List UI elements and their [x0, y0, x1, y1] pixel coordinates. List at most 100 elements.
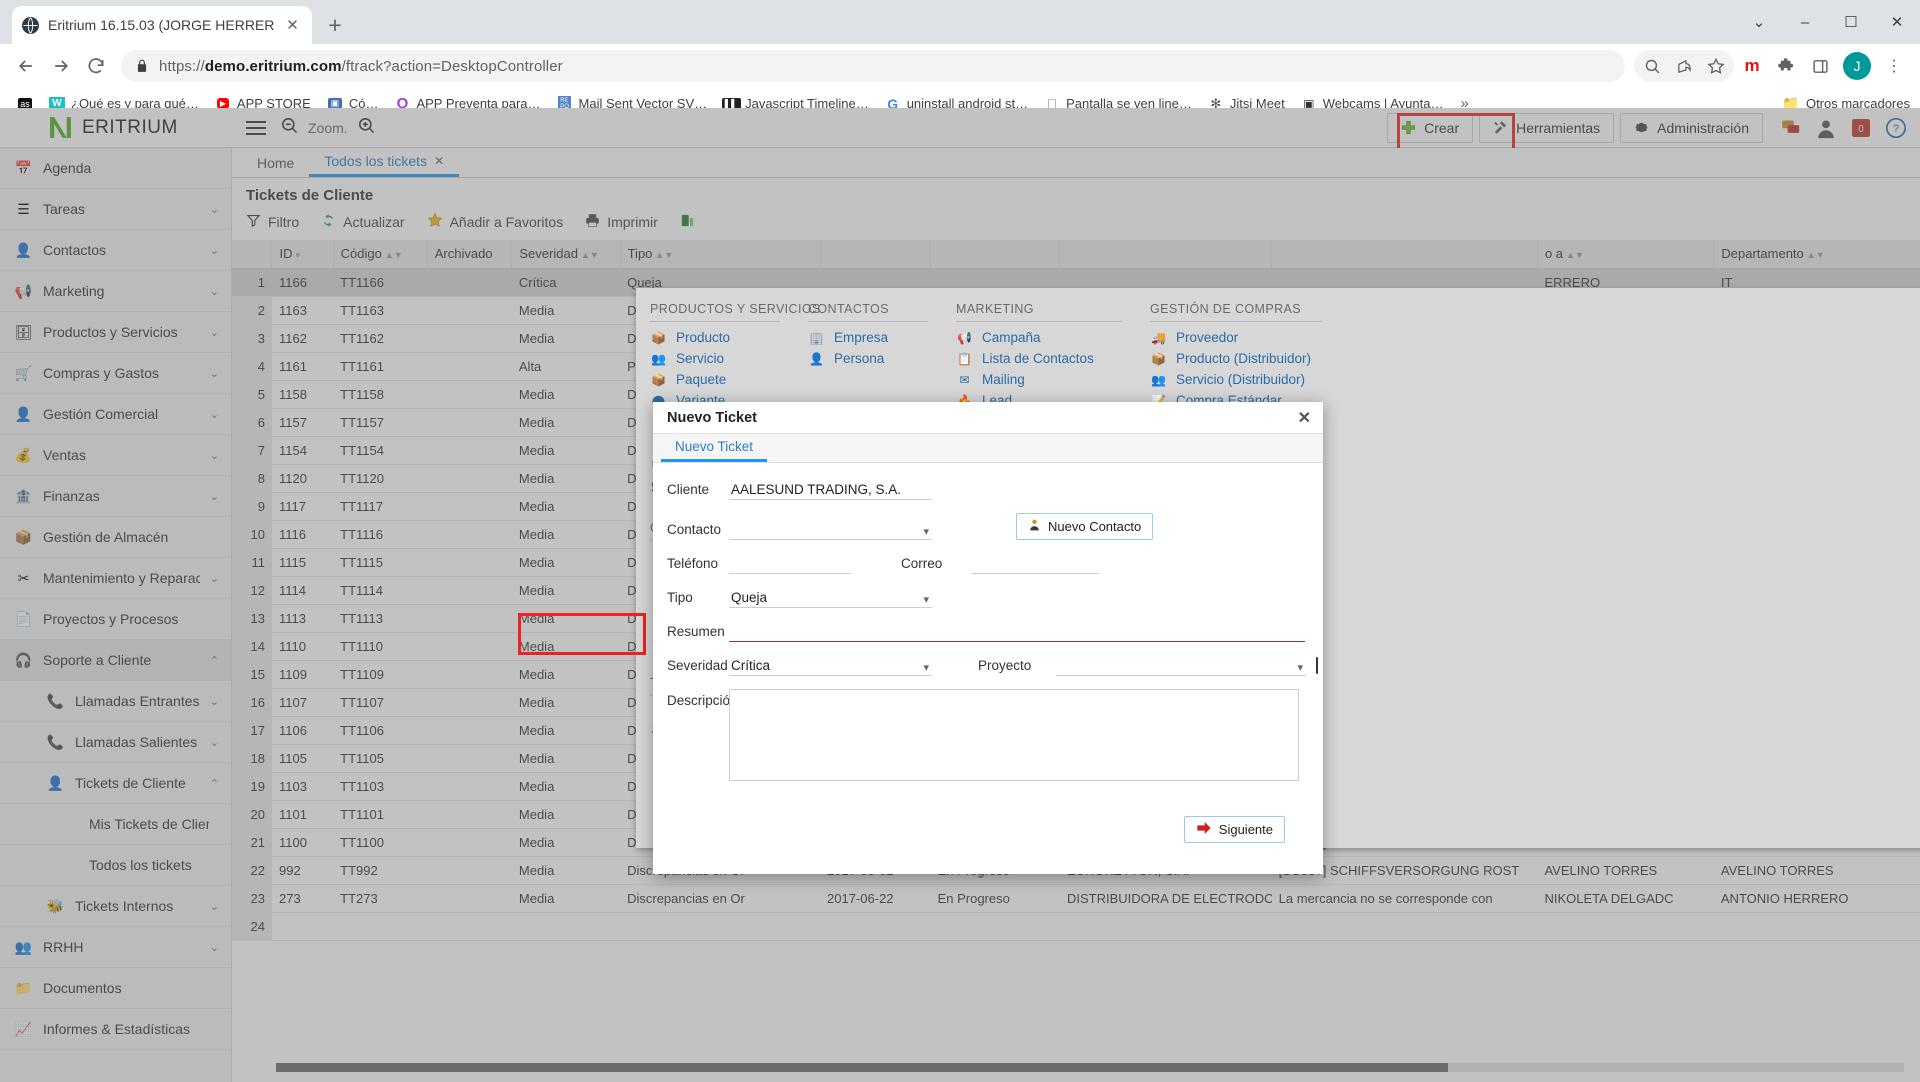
person-add-icon — [1028, 518, 1041, 535]
field-row-tipo: Tipo ▾ — [667, 587, 1305, 608]
supplier-icon: 🚚 — [1151, 330, 1166, 345]
cliente-input[interactable] — [729, 479, 932, 500]
menu-item-producto-distribuidor[interactable]: 📦 Producto (Distribuidor) — [1150, 348, 1322, 369]
menu-item-campa-a[interactable]: 📢 Campaña — [956, 327, 1122, 348]
browser-tabstrip: Eritrium 16.15.03 (JORGE HERRER ✕ + ⌄ – … — [0, 0, 1920, 44]
modal-title: Nuevo Ticket — [667, 409, 757, 426]
arrow-right-icon — [1196, 821, 1212, 838]
field-row-contacto: Contacto ▾ Nuevo Contacto — [667, 513, 1305, 540]
product-dist-icon: 📦 — [1151, 351, 1166, 366]
field-row-resumen: Resumen — [667, 621, 1305, 642]
cliente-label: Cliente — [667, 482, 710, 497]
url-text: https://demo.eritrium.com/ftrack?action=… — [159, 57, 563, 75]
correo-input[interactable] — [971, 553, 1099, 574]
mega-items-contactos: 🏢 Empresa 👤 Persona — [808, 327, 928, 369]
document-picker-icon[interactable] — [1316, 657, 1318, 674]
contacto-label: Contacto — [667, 522, 722, 537]
modal-tabs: Nuevo Ticket — [653, 434, 1323, 463]
forward-icon[interactable] — [45, 50, 77, 82]
menu-item-mailing[interactable]: ✉ Mailing — [956, 369, 1122, 390]
menu-item-proveedor[interactable]: 🚚 Proveedor — [1150, 327, 1322, 348]
proyecto-select[interactable] — [1056, 655, 1306, 676]
mail-icon: ✉ — [959, 372, 970, 387]
menu-item-label: Producto (Distribuidor) — [1176, 351, 1312, 366]
nuevo-contacto-label: Nuevo Contacto — [1048, 519, 1142, 534]
browser-toolbar: https://demo.eritrium.com/ftrack?action=… — [0, 44, 1920, 88]
tipo-label: Tipo — [667, 590, 693, 605]
toolbar-right-actions: m J ⋮ — [1634, 50, 1910, 82]
telefono-label: Teléfono — [667, 556, 719, 571]
severidad-select-wrap: ▾ — [729, 655, 932, 676]
application-viewport: ERITRIUM Zoom. Crear Herramientas Admini… — [0, 108, 1920, 1082]
lock-icon — [135, 59, 149, 73]
reload-icon[interactable] — [80, 50, 112, 82]
siguiente-button[interactable]: Siguiente — [1183, 816, 1285, 843]
tab-nuevo-ticket[interactable]: Nuevo Ticket — [661, 434, 768, 462]
modal-body: Cliente Contacto ▾ Nuevo Contacto — [653, 463, 1323, 843]
person-icon: 👤 — [809, 351, 824, 366]
menu-item-servicio[interactable]: 👥 Servicio — [650, 348, 780, 369]
globe-icon — [22, 16, 39, 34]
field-row-cliente: Cliente — [667, 479, 1305, 500]
extensions-icon[interactable] — [1770, 50, 1802, 82]
close-icon[interactable]: ✕ — [283, 16, 302, 35]
product-icon: 📦 — [651, 330, 666, 345]
maximize-button[interactable]: ☐ — [1828, 0, 1874, 44]
browser-tab[interactable]: Eritrium 16.15.03 (JORGE HERRER ✕ — [12, 6, 312, 44]
new-tab-button[interactable]: + — [318, 8, 352, 42]
severidad-label: Severidad — [667, 658, 728, 673]
package-icon: 📦 — [651, 372, 666, 387]
menu-item-servicio-distribuidor[interactable]: 👥 Servicio (Distribuidor) — [1150, 369, 1322, 390]
star-icon[interactable] — [1700, 50, 1732, 82]
address-bar[interactable]: https://demo.eritrium.com/ftrack?action=… — [121, 50, 1625, 82]
tipo-select-wrap: ▾ — [729, 587, 932, 608]
mega-title-marketing: MARKETING — [956, 302, 1122, 322]
menu-item-paquete[interactable]: 📦 Paquete — [650, 369, 780, 390]
contacto-select[interactable] — [729, 519, 932, 540]
menu-item-label: Empresa — [834, 330, 889, 345]
search-icon[interactable] — [1636, 50, 1668, 82]
profile-avatar[interactable]: J — [1843, 52, 1871, 80]
window-controls: ⌄ – ☐ ✕ — [1736, 0, 1920, 44]
company-icon: 🏢 — [809, 330, 824, 345]
side-panel-icon[interactable] — [1804, 50, 1836, 82]
descripcion-label: Descripción — [667, 693, 738, 708]
resumen-label: Resumen — [667, 624, 725, 639]
chevron-down-icon[interactable]: ⌄ — [1736, 0, 1782, 44]
menu-item-producto[interactable]: 📦 Producto — [650, 327, 780, 348]
window-close-button[interactable]: ✕ — [1874, 0, 1920, 44]
mega-title-productos: PRODUCTOS Y SERVICIOS — [650, 302, 820, 322]
service-icon: 👥 — [651, 351, 666, 366]
correo-label: Correo — [901, 556, 943, 571]
back-icon[interactable] — [10, 50, 42, 82]
menu-item-label: Persona — [834, 351, 885, 366]
menu-item-label: Campaña — [982, 330, 1041, 345]
contacto-select-wrap: ▾ — [729, 519, 932, 540]
browser-tab-title: Eritrium 16.15.03 (JORGE HERRER — [48, 17, 274, 33]
descripcion-textarea[interactable] — [729, 689, 1299, 781]
field-row-descripcion: Descripción — [667, 689, 1305, 781]
siguiente-label: Siguiente — [1218, 822, 1273, 837]
menu-item-label: Lista de Contactos — [982, 351, 1094, 366]
browser-menu-icon[interactable]: ⋮ — [1878, 50, 1910, 82]
modal-header: Nuevo Ticket ✕ — [653, 402, 1323, 434]
mega-items-marketing: 📢 Campaña 📋 Lista de Contactos ✉ Mailing 🔥 Lead — [956, 327, 1122, 411]
close-icon[interactable]: ✕ — [1298, 408, 1311, 428]
proyecto-select-wrap: ▾ — [1056, 655, 1306, 676]
resumen-input[interactable] — [729, 621, 1305, 642]
menu-item-persona[interactable]: 👤 Persona — [808, 348, 928, 369]
share-icon[interactable] — [1668, 50, 1700, 82]
menu-item-label: Servicio — [676, 351, 725, 366]
menu-item-empresa[interactable]: 🏢 Empresa — [808, 327, 928, 348]
nuevo-contacto-button[interactable]: Nuevo Contacto — [1016, 513, 1154, 540]
extension-m-icon[interactable]: m — [1736, 50, 1768, 82]
contact-list-icon: 📋 — [957, 351, 972, 366]
minimize-button[interactable]: – — [1782, 0, 1828, 44]
modal-footer: Siguiente — [667, 794, 1305, 843]
menu-item-label: Mailing — [982, 372, 1025, 387]
telefono-input[interactable] — [729, 553, 851, 574]
severidad-select[interactable] — [729, 655, 932, 676]
menu-item-lista-de-contactos[interactable]: 📋 Lista de Contactos — [956, 348, 1122, 369]
tipo-select[interactable] — [729, 587, 932, 608]
menu-item-label: Producto — [676, 330, 731, 345]
